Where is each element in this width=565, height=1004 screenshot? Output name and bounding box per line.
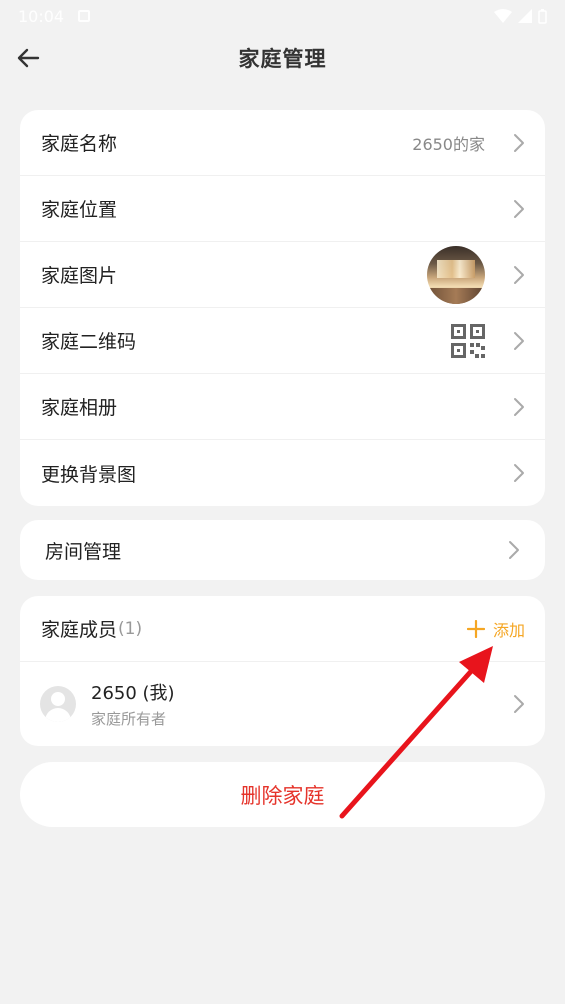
chevron-right-icon <box>514 133 524 152</box>
family-location-label: 家庭位置 <box>41 199 118 221</box>
change-background-row[interactable]: 更换背景图 <box>20 440 545 506</box>
plus-icon <box>466 619 485 638</box>
change-background-label: 更换背景图 <box>41 463 137 486</box>
family-qrcode-label: 家庭二维码 <box>41 331 137 353</box>
chevron-right-icon <box>514 464 524 482</box>
room-management-card: 房间管理 <box>20 520 545 580</box>
battery-icon <box>538 8 547 24</box>
chevron-right-icon <box>514 331 524 350</box>
status-bar: 10:04 <box>0 0 565 32</box>
room-management-row[interactable]: 房间管理 <box>20 520 545 580</box>
member-info: 2650 (我) 家庭所有者 <box>91 679 175 729</box>
member-role: 家庭所有者 <box>91 710 167 728</box>
family-name-label: 家庭名称 <box>41 133 118 155</box>
avatar <box>40 686 76 722</box>
chevron-right-icon <box>514 695 524 713</box>
family-image-label: 家庭图片 <box>41 265 118 287</box>
family-settings-card: 家庭名称 2650的家 家庭位置 家庭图片 家庭二维码 家庭相册 更换背景图 <box>20 110 545 506</box>
members-header: 家庭成员 (1) 添加 <box>20 596 545 662</box>
family-album-row[interactable]: 家庭相册 <box>20 374 545 440</box>
arrow-left-icon <box>17 48 40 68</box>
wifi-icon <box>494 9 512 23</box>
chevron-right-icon <box>514 397 524 416</box>
family-image-row[interactable]: 家庭图片 <box>20 242 545 308</box>
family-photo-thumbnail <box>427 245 485 304</box>
family-album-label: 家庭相册 <box>41 397 118 419</box>
delete-family-button[interactable]: 删除家庭 <box>20 762 545 827</box>
page-title: 家庭管理 <box>238 47 327 71</box>
status-time: 10:04 <box>18 6 65 26</box>
chevron-right-icon <box>509 541 519 559</box>
members-title: 家庭成员 <box>41 619 118 641</box>
members-count: (1) <box>118 618 143 639</box>
add-member-button[interactable]: 添加 <box>466 617 525 641</box>
member-name: 2650 (我) <box>91 683 175 704</box>
back-button[interactable] <box>8 38 48 78</box>
qr-code-icon <box>451 323 485 358</box>
status-icons <box>494 8 547 24</box>
header: 家庭管理 <box>0 32 565 84</box>
notification-icon <box>78 10 91 22</box>
room-management-label: 房间管理 <box>45 540 122 563</box>
chevron-right-icon <box>514 199 524 218</box>
add-member-label: 添加 <box>492 620 525 640</box>
chevron-right-icon <box>514 265 524 284</box>
signal-icon <box>518 9 532 23</box>
family-location-row[interactable]: 家庭位置 <box>20 176 545 242</box>
family-members-card: 家庭成员 (1) 添加 2650 (我) 家庭所有者 <box>20 596 545 746</box>
family-qrcode-row[interactable]: 家庭二维码 <box>20 308 545 374</box>
member-row[interactable]: 2650 (我) 家庭所有者 <box>20 662 545 746</box>
family-name-row[interactable]: 家庭名称 2650的家 <box>20 110 545 176</box>
family-name-value: 2650的家 <box>412 134 485 154</box>
